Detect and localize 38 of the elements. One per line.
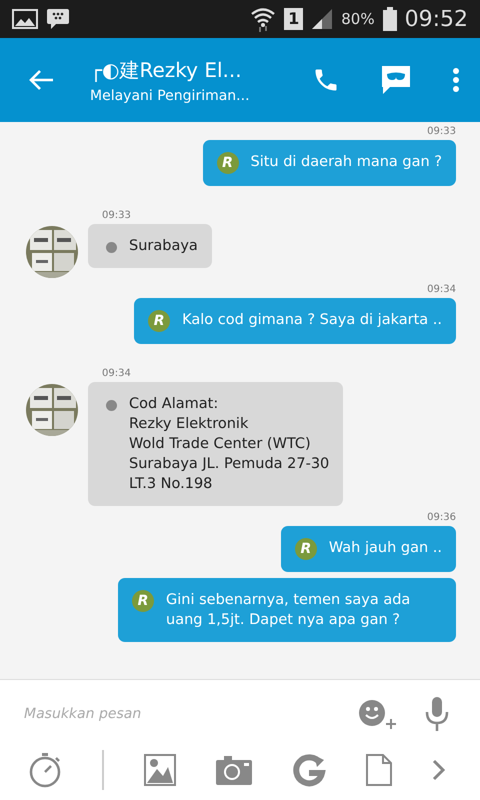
refresh-g-icon[interactable] [292, 753, 326, 787]
message-text: Wah jauh gan .. [328, 539, 442, 558]
gallery-icon[interactable] [144, 754, 176, 786]
back-arrow-icon[interactable] [28, 69, 54, 91]
sim-indicator: 1 [284, 8, 304, 30]
sender-badge: R [216, 152, 238, 174]
status-dot-icon [106, 242, 117, 253]
message-time: 09:33 [102, 210, 131, 221]
sender-badge: R [148, 310, 170, 332]
message-text: Cod Alamat: Rezky Elektronik Wold Trade Center (WTC) Surabaya JL. Pemuda 27-30 LT.3 No.198 [129, 395, 330, 494]
message-input[interactable]: Masukkan pesan [24, 702, 334, 726]
chat-title: ┌◐建Rezky El... [90, 56, 243, 84]
masked-chat-icon[interactable] [380, 65, 412, 95]
message-time: 09:36 [427, 512, 456, 523]
chat-subtitle: Melayani Pengiriman... [90, 88, 251, 104]
message-text: Surabaya [129, 237, 198, 256]
sender-badge: R [294, 538, 317, 560]
message-time: 09:34 [427, 284, 456, 295]
battery-icon [382, 7, 397, 31]
camera-icon[interactable] [216, 755, 252, 785]
message-text: Situ di daerah mana gan ? [250, 153, 442, 172]
status-dot-icon [106, 400, 117, 411]
message-text: Gini sebenarnya, temen saya ada uang 1,5jt. Dapet nya apa gan ? [166, 591, 412, 630]
message-time: 09:33 [427, 126, 456, 137]
signal-icon [311, 8, 334, 30]
message-time: 09:34 [102, 368, 131, 379]
message-text: Kalo cod gimana ? Saya di jakarta .. [182, 311, 442, 330]
document-icon[interactable] [366, 754, 392, 786]
chat-bubble-icon [46, 8, 70, 30]
clock: 09:52 [404, 6, 468, 32]
sender-badge: R [132, 590, 154, 612]
wifi-icon [250, 6, 276, 32]
timer-icon[interactable] [28, 752, 62, 788]
more-options-icon[interactable] [452, 67, 460, 93]
image-icon [12, 9, 38, 29]
battery-percent: 80% [341, 10, 375, 28]
microphone-icon[interactable] [424, 697, 450, 731]
chevron-right-icon[interactable] [432, 759, 446, 781]
